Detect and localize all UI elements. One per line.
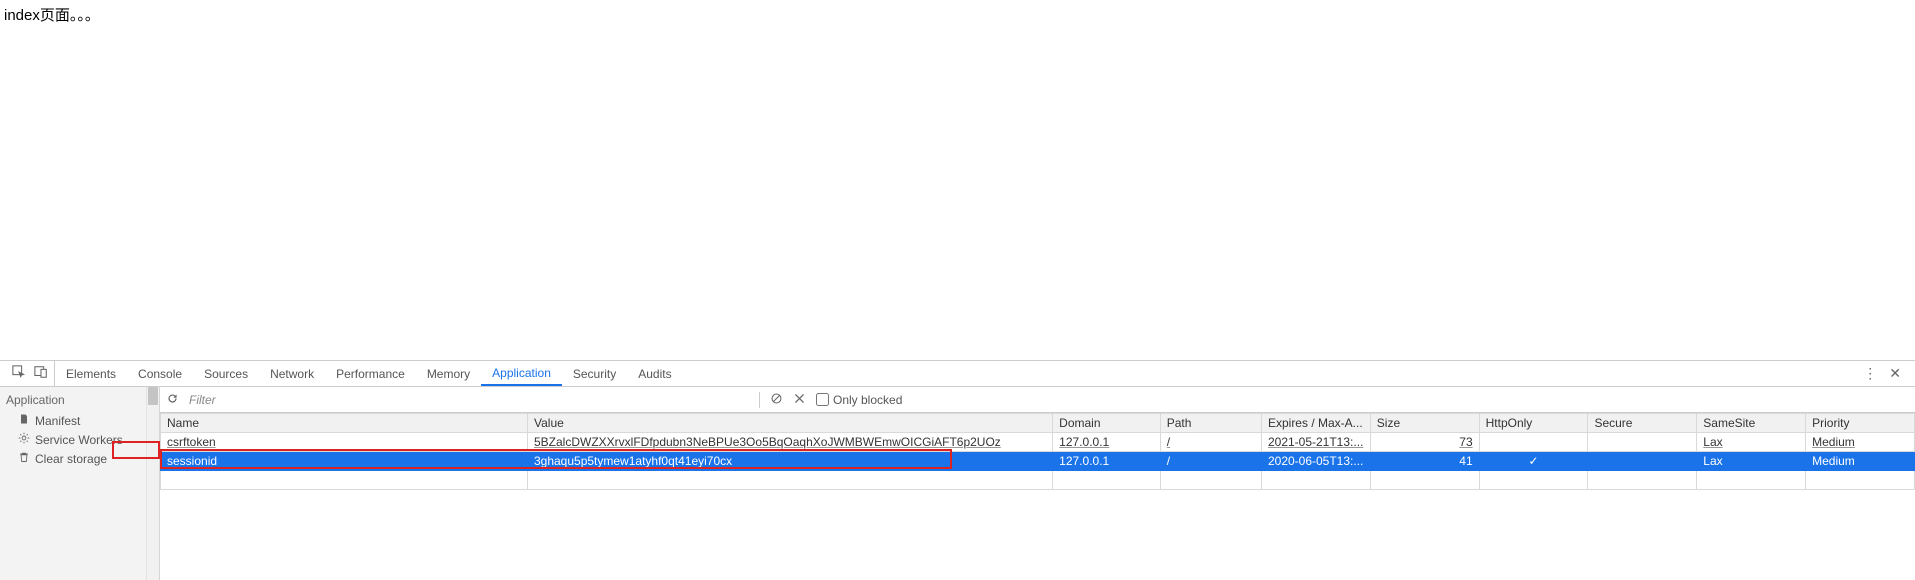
- table-row[interactable]: csrftoken5BZalcDWZXXrvxlFDfpdubn3NeBPUe3…: [161, 433, 1915, 452]
- inspect-icon[interactable]: [12, 365, 26, 382]
- manifest-icon: [18, 413, 30, 428]
- tab-elements[interactable]: Elements: [55, 361, 127, 386]
- cell-secure: [1588, 452, 1697, 471]
- sidebar-item-label: Clear storage: [35, 452, 107, 466]
- col-header[interactable]: Size: [1370, 414, 1479, 433]
- clear-icon[interactable]: [793, 392, 806, 408]
- page-content: index页面。。。: [0, 0, 1915, 360]
- page-text: index页面。。。: [4, 7, 100, 24]
- table-row-empty: [161, 471, 1915, 490]
- col-header[interactable]: Value: [527, 414, 1052, 433]
- only-blocked-label: Only blocked: [833, 393, 902, 407]
- cell-value: 5BZalcDWZXXrvxlFDfpdubn3NeBPUe3Oo5BqOaqh…: [527, 433, 1052, 452]
- cell-domain: 127.0.0.1: [1053, 433, 1161, 452]
- tab-lead-icons: [6, 361, 55, 386]
- sidebar-item-label: Manifest: [35, 414, 80, 428]
- cell-httponly: [1479, 433, 1588, 452]
- tab-security[interactable]: Security: [562, 361, 627, 386]
- cell-priority: Medium: [1806, 452, 1915, 471]
- kebab-icon[interactable]: ⋮: [1863, 365, 1877, 382]
- cell-name: sessionid: [161, 452, 528, 471]
- cell-path: /: [1160, 452, 1261, 471]
- scroll-thumb[interactable]: [148, 387, 158, 405]
- block-icon[interactable]: [770, 392, 783, 408]
- cell-httponly: ✓: [1479, 452, 1588, 471]
- cell-domain: 127.0.0.1: [1053, 452, 1161, 471]
- toolbar-mid-icons: [770, 392, 806, 408]
- tab-audits[interactable]: Audits: [627, 361, 682, 386]
- cookies-table: NameValueDomainPathExpires / Max-A...Siz…: [160, 413, 1915, 490]
- sidebar-items: Manifest Service Workers Clear storage: [0, 411, 159, 468]
- cell-value: 3ghaqu5p5tymew1atyhf0qt41eyi70cx: [527, 452, 1052, 471]
- col-header[interactable]: Expires / Max-A...: [1261, 414, 1370, 433]
- table-row[interactable]: sessionid3ghaqu5p5tymew1atyhf0qt41eyi70c…: [161, 452, 1915, 471]
- col-header[interactable]: HttpOnly: [1479, 414, 1588, 433]
- cell-samesite: Lax: [1697, 452, 1806, 471]
- cell-name: csrftoken: [161, 433, 528, 452]
- tab-right-icons: ⋮ ✕: [1855, 365, 1909, 382]
- trash-icon: [18, 451, 30, 466]
- close-icon[interactable]: ✕: [1889, 365, 1901, 382]
- filter-input[interactable]: [189, 393, 749, 407]
- cell-expires: 2021-05-21T13:...: [1261, 433, 1370, 452]
- col-header[interactable]: Priority: [1806, 414, 1915, 433]
- tab-sources[interactable]: Sources: [193, 361, 259, 386]
- tab-network[interactable]: Network: [259, 361, 325, 386]
- cell-size: 73: [1370, 433, 1479, 452]
- devtools-tabs: ElementsConsoleSourcesNetworkPerformance…: [0, 361, 1915, 387]
- cell-priority: Medium: [1806, 433, 1915, 452]
- col-header[interactable]: Domain: [1053, 414, 1161, 433]
- gear-icon: [18, 432, 30, 447]
- cell-path: /: [1160, 433, 1261, 452]
- col-header[interactable]: SameSite: [1697, 414, 1806, 433]
- cell-samesite: Lax: [1697, 433, 1806, 452]
- application-sidebar: Application Manifest Service Workers Clear…: [0, 387, 160, 580]
- col-header[interactable]: Path: [1160, 414, 1261, 433]
- tab-performance[interactable]: Performance: [325, 361, 416, 386]
- sidebar-item-clear-storage[interactable]: Clear storage: [0, 449, 159, 468]
- cell-size: 41: [1370, 452, 1479, 471]
- devtools-panel: ElementsConsoleSourcesNetworkPerformance…: [0, 360, 1915, 580]
- cookies-table-wrap: NameValueDomainPathExpires / Max-A...Siz…: [160, 413, 1915, 580]
- col-header[interactable]: Name: [161, 414, 528, 433]
- cell-expires: 2020-06-05T13:...: [1261, 452, 1370, 471]
- sidebar-item-manifest[interactable]: Manifest: [0, 411, 159, 430]
- tab-console[interactable]: Console: [127, 361, 193, 386]
- cookies-toolbar: Only blocked: [160, 387, 1915, 413]
- cookies-main: Only blocked NameValueDomainPathExpires …: [160, 387, 1915, 580]
- table-header-row: NameValueDomainPathExpires / Max-A...Siz…: [161, 414, 1915, 433]
- tab-memory[interactable]: Memory: [416, 361, 481, 386]
- device-icon[interactable]: [34, 365, 48, 382]
- sidebar-item-service-workers[interactable]: Service Workers: [0, 430, 159, 449]
- sidebar-header: Application: [0, 387, 159, 411]
- refresh-icon[interactable]: [166, 392, 179, 408]
- cell-secure: [1588, 433, 1697, 452]
- tab-application[interactable]: Application: [481, 361, 562, 386]
- col-header[interactable]: Secure: [1588, 414, 1697, 433]
- sidebar-scrollbar[interactable]: ▲: [146, 387, 159, 580]
- toolbar-divider-1: [759, 392, 760, 408]
- only-blocked-group[interactable]: Only blocked: [816, 393, 902, 407]
- sidebar-item-label: Service Workers: [35, 433, 123, 447]
- only-blocked-checkbox[interactable]: [816, 393, 829, 406]
